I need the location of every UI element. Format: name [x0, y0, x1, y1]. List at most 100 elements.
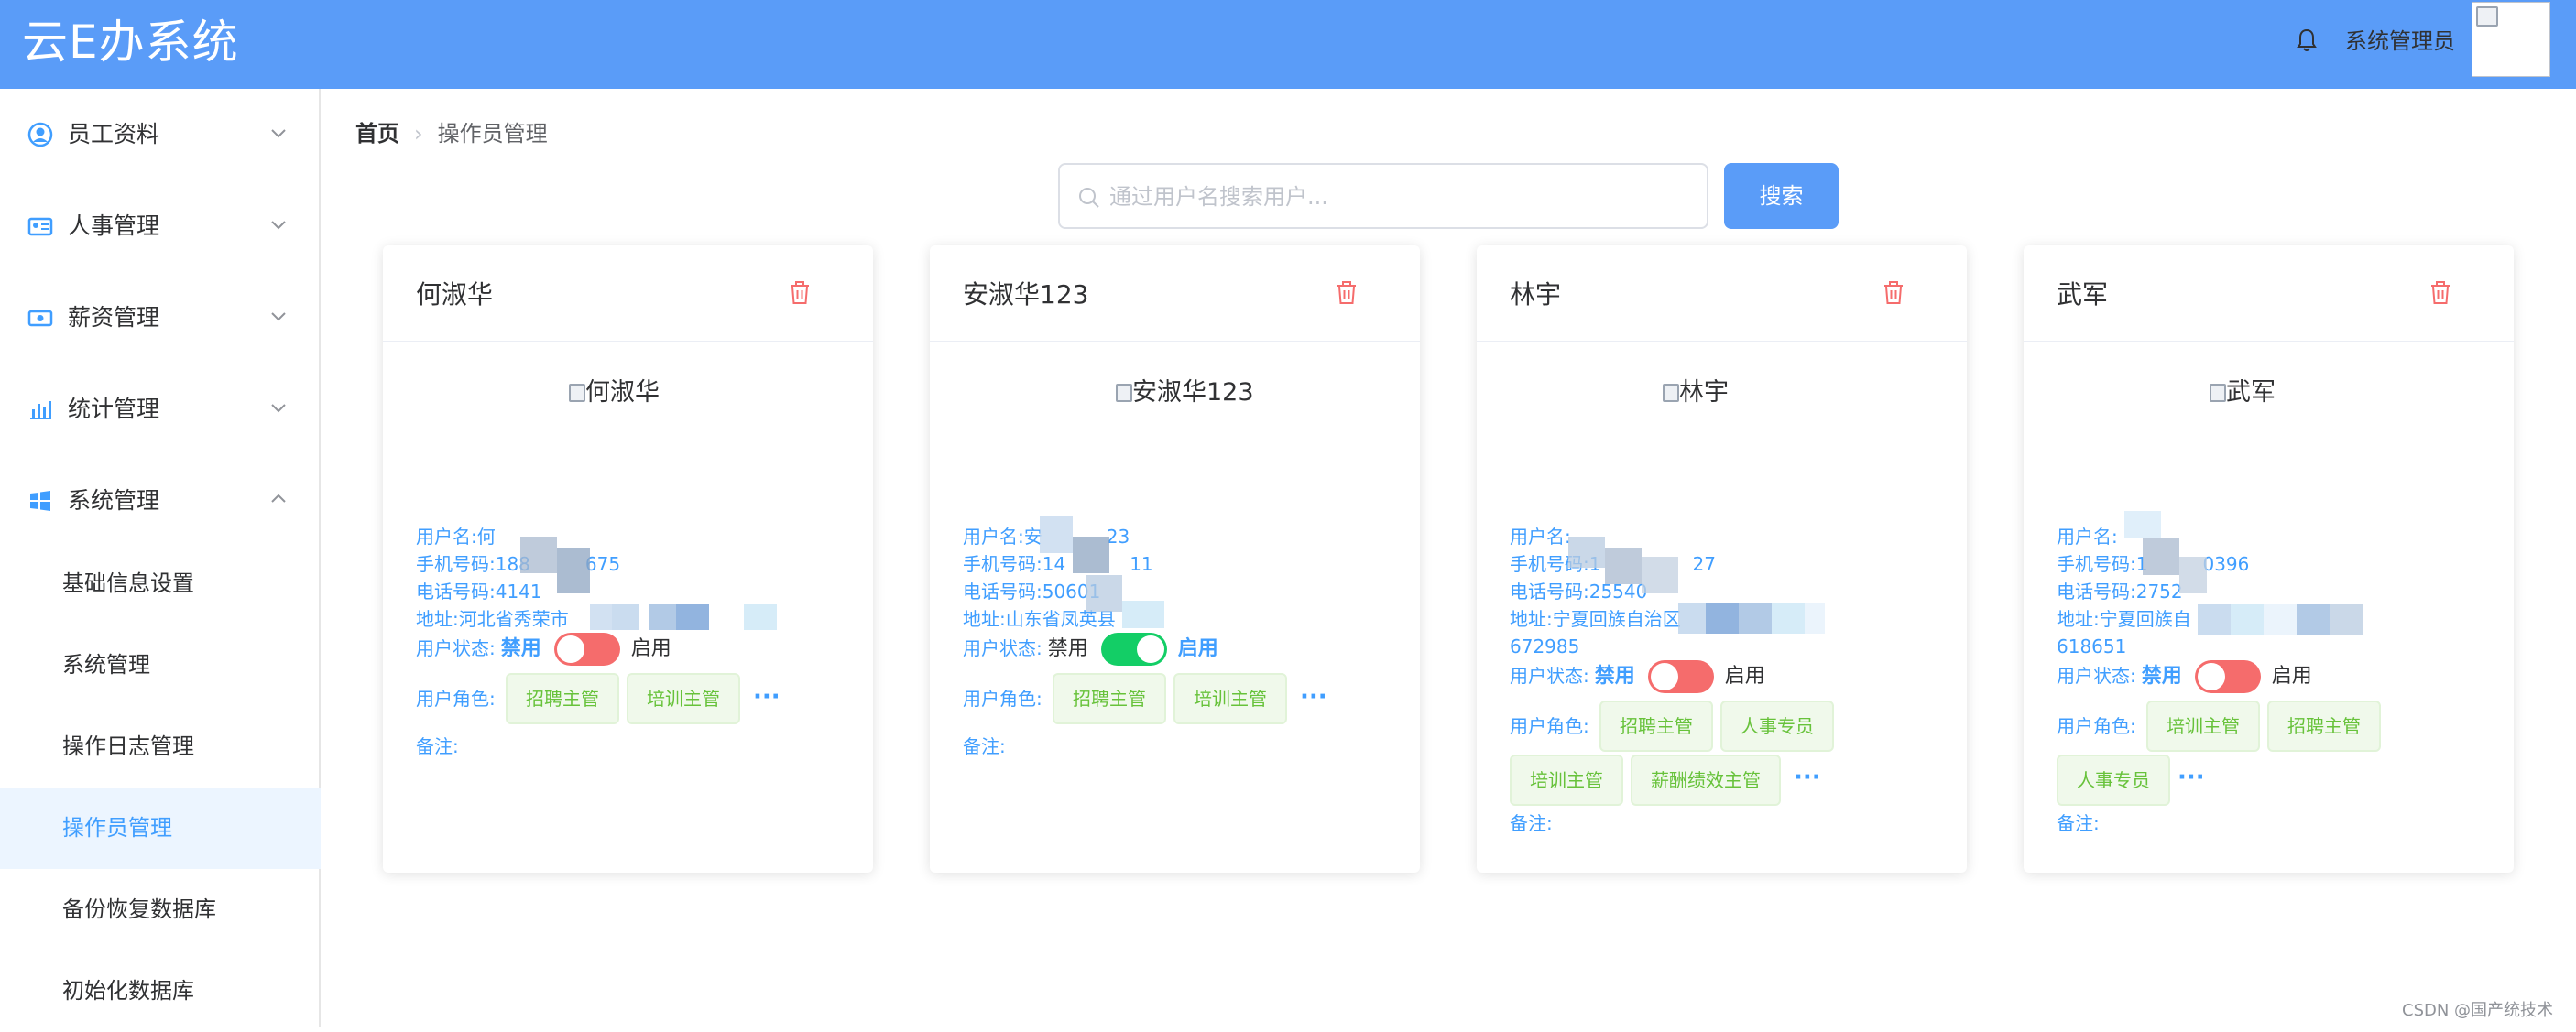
delete-icon[interactable] [788, 280, 812, 306]
mosaic-block [2297, 604, 2330, 635]
sidebar-item-label: 员工资料 [68, 121, 160, 147]
card-title: 安淑华123 [963, 279, 1089, 310]
roles-label: 用户角色: [2057, 715, 2136, 737]
address-continuation: 672985 [1510, 635, 1580, 657]
card-title: 林宇 [1510, 279, 1562, 310]
operator-card: 武军 武军 用户名: 手机号码:1 0396 电话号码:2752 地址:宁夏回族自… [2024, 245, 2514, 873]
status-disabled-label: 禁用 [2141, 665, 2182, 688]
photo-alt-text: 安淑华123 [1132, 378, 1254, 407]
search-input[interactable] [1109, 178, 1696, 216]
phone-text: 手机号码:1 0396 [2057, 550, 2496, 578]
chevron-up-icon [271, 494, 286, 503]
chevron-down-icon [271, 129, 286, 138]
phone-value: 手机号码:1 [2057, 553, 2148, 575]
username-tail: 23 [1106, 526, 1130, 548]
sidebar-subitem-init-db[interactable]: 初始化数据库 [0, 951, 321, 1032]
roles-label: 用户角色: [416, 688, 496, 710]
mosaic-block [520, 537, 557, 573]
current-user-name[interactable]: 系统管理员 [2345, 26, 2455, 57]
bell-icon[interactable] [2296, 27, 2318, 53]
user-photo: 林宇 [1663, 374, 1846, 412]
more-icon[interactable]: ··· [2178, 764, 2205, 791]
id-card-icon [27, 217, 53, 236]
role-tag: 培训主管 [1510, 755, 1623, 806]
sidebar-subitem-basic-info[interactable]: 基础信息设置 [0, 543, 321, 625]
status-switch[interactable] [2194, 660, 2261, 693]
delete-icon[interactable] [2429, 280, 2452, 306]
more-icon[interactable]: ··· [1300, 683, 1327, 711]
roles-label: 用户角色: [1510, 715, 1589, 737]
user-circle-icon [27, 122, 53, 147]
status-row: 用户状态: 禁用 启用 [1510, 657, 1765, 694]
sidebar-subitem-label: 初始化数据库 [62, 978, 194, 1004]
sidebar-item-label: 系统管理 [68, 487, 160, 514]
phone-tail: 27 [1692, 553, 1716, 575]
switch-knob [2197, 663, 2225, 690]
switch-knob [1136, 635, 1164, 663]
status-switch[interactable] [1647, 660, 1714, 693]
mosaic-block [744, 604, 777, 630]
photo-alt-text: 武军 [2226, 378, 2276, 407]
status-row: 用户状态: 禁用 启用 [416, 630, 671, 667]
username-text: 用户名:何 [416, 526, 496, 548]
photo-alt-text: 林宇 [1679, 378, 1729, 407]
sidebar-subitem-operators[interactable]: 操作员管理 [0, 788, 321, 869]
sidebar-item-employee[interactable]: 员工资料 [0, 89, 321, 180]
status-switch[interactable] [553, 633, 620, 666]
windows-icon [30, 491, 50, 511]
sidebar-subitem-label: 操作日志管理 [62, 733, 194, 759]
status-enabled-label: 启用 [1724, 665, 1765, 688]
sidebar-item-system[interactable]: 系统管理 [0, 455, 321, 547]
breadcrumb-current: 操作员管理 [437, 121, 548, 147]
username-text: 用户名:安 23 [963, 523, 1403, 550]
search-icon [1079, 188, 1099, 208]
bar-chart-icon [30, 401, 51, 419]
broken-image-icon [1663, 384, 1679, 402]
phone-value: 手机号码:188 [416, 553, 530, 575]
status-switch[interactable] [1100, 633, 1167, 666]
roles-label: 用户角色: [963, 688, 1042, 710]
more-icon[interactable]: ··· [753, 683, 780, 711]
remark-text: 备注: [416, 735, 459, 757]
search-box[interactable] [1058, 163, 1708, 229]
tel-text: 电话号码:50601 [963, 581, 1101, 603]
chevron-down-icon [271, 221, 286, 230]
sidebar-item-statistics[interactable]: 统计管理 [0, 364, 321, 455]
phone-text: 手机号码:188 675 [416, 550, 856, 578]
mosaic-block [2231, 604, 2264, 635]
role-tag: 培训主管 [1173, 673, 1287, 724]
broken-image-icon [2210, 384, 2226, 402]
mosaic-block [1073, 537, 1109, 573]
breadcrumb-home[interactable]: 首页 [355, 121, 399, 147]
status-label: 用户状态: [2057, 665, 2136, 687]
card-header: 武军 [2024, 245, 2514, 342]
mosaic-block [1678, 603, 1706, 634]
avatar[interactable] [2472, 2, 2550, 77]
mosaic-block [557, 548, 590, 593]
status-row: 用户状态: 禁用 启用 [2057, 657, 2312, 694]
mosaic-block [1605, 548, 1642, 584]
sidebar-subitem-system[interactable]: 系统管理 [0, 625, 321, 706]
delete-icon[interactable] [1882, 280, 1905, 306]
role-tag: 薪酬绩效主管 [1631, 755, 1781, 806]
watermark: CSDN @国产统技术 [2402, 1001, 2554, 1020]
status-row: 用户状态: 禁用 启用 [963, 630, 1218, 667]
more-icon[interactable]: ··· [1794, 764, 1821, 791]
role-tag: 培训主管 [627, 673, 740, 724]
mosaic-block [1568, 537, 1605, 568]
search-button[interactable]: 搜索 [1724, 163, 1839, 229]
mosaic-block [612, 604, 639, 630]
phone-tail: 11 [1130, 553, 1153, 575]
sidebar-subitem-backup[interactable]: 备份恢复数据库 [0, 869, 321, 951]
status-disabled-label: 禁用 [500, 637, 541, 660]
sidebar-subitem-op-log[interactable]: 操作日志管理 [0, 706, 321, 788]
mosaic-block [2264, 604, 2297, 635]
username-text: 用户名: [2057, 526, 2118, 548]
sidebar-item-label: 薪资管理 [68, 304, 160, 331]
sidebar-item-personnel[interactable]: 人事管理 [0, 180, 321, 272]
sidebar-item-salary[interactable]: 薪资管理 [0, 272, 321, 364]
delete-icon[interactable] [1335, 280, 1359, 306]
sidebar-subitem-label: 系统管理 [62, 652, 150, 678]
role-tag: 招聘主管 [1053, 673, 1166, 724]
user-photo: 何淑华 [569, 374, 752, 412]
